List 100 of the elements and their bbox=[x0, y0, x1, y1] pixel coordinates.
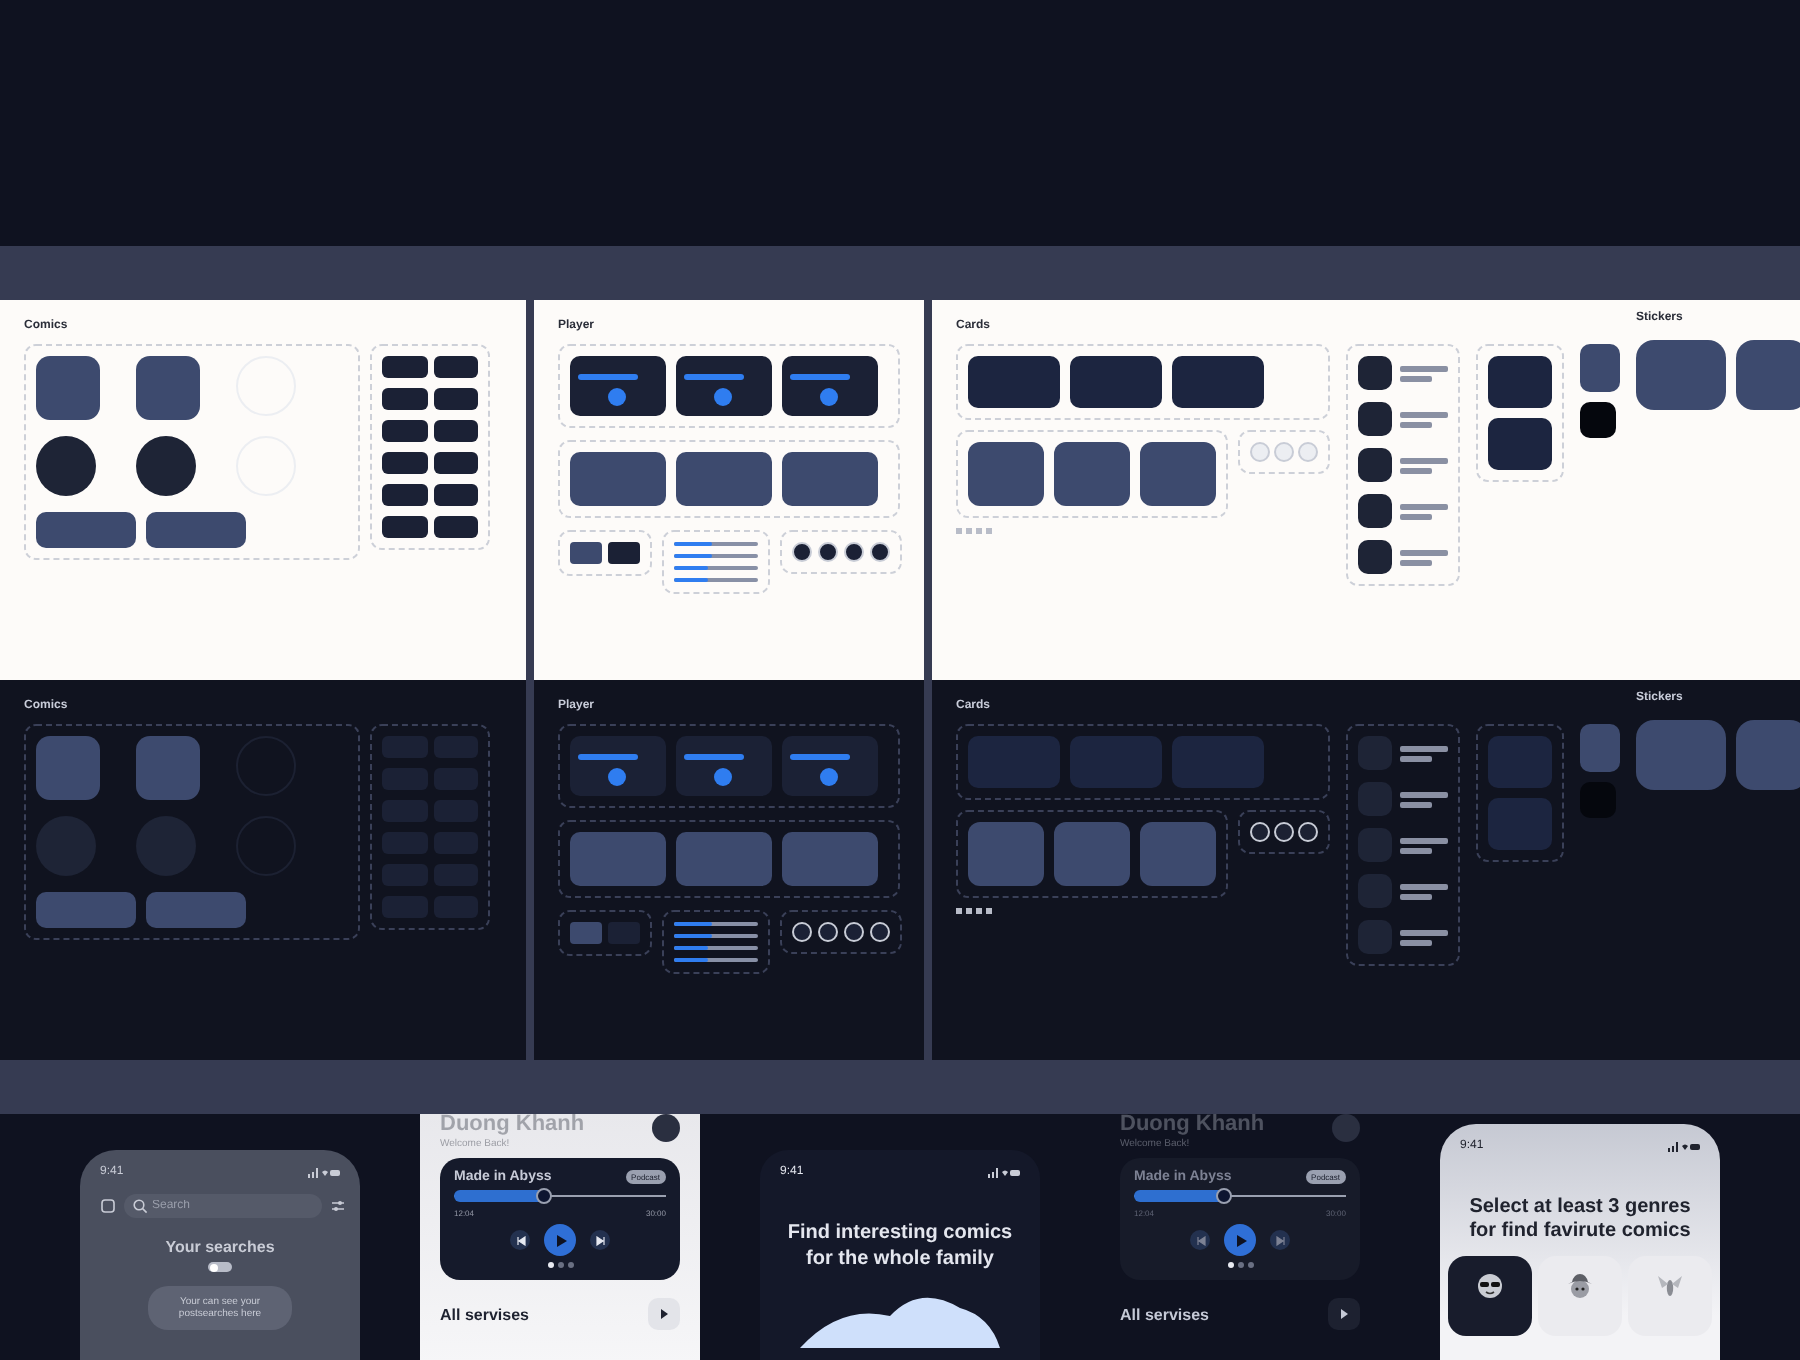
round-artwork bbox=[36, 436, 96, 496]
next-icon bbox=[595, 1235, 605, 1245]
artwork-placeholder bbox=[968, 822, 1044, 886]
mini-player-card bbox=[676, 736, 772, 796]
next-button[interactable] bbox=[590, 1230, 610, 1250]
mini-player-card bbox=[570, 736, 666, 796]
progress-track[interactable] bbox=[454, 1190, 666, 1202]
artwork-placeholder bbox=[36, 892, 136, 928]
artwork-placeholder bbox=[136, 736, 200, 800]
page-dot[interactable] bbox=[547, 1262, 553, 1268]
list-item[interactable] bbox=[1358, 736, 1448, 770]
previous-icon bbox=[515, 1235, 525, 1245]
media-card bbox=[1488, 798, 1552, 850]
user-name: Duong Khanh bbox=[440, 1114, 585, 1136]
user-name: Duong Khanh bbox=[1120, 1114, 1265, 1136]
sticker-placeholder bbox=[1580, 402, 1616, 438]
artwork-placeholder bbox=[1140, 442, 1216, 506]
slider-handle[interactable] bbox=[1215, 1188, 1232, 1204]
headline: Find interesting comics for the whole family bbox=[785, 1222, 1015, 1272]
status-icons bbox=[308, 1167, 340, 1177]
previous-icon bbox=[1195, 1235, 1205, 1245]
list-item[interactable] bbox=[1358, 828, 1448, 862]
slider-handle[interactable] bbox=[535, 1188, 552, 1204]
page-dot[interactable] bbox=[557, 1262, 563, 1268]
media-card bbox=[1488, 736, 1552, 788]
list-item[interactable] bbox=[1358, 448, 1448, 482]
video-thumbnail bbox=[570, 922, 602, 944]
next-icon bbox=[1275, 1235, 1285, 1245]
list-item[interactable] bbox=[1358, 920, 1448, 954]
play-icon bbox=[658, 1308, 670, 1320]
toggle-switch[interactable] bbox=[208, 1262, 232, 1272]
arrow-button[interactable] bbox=[648, 1298, 680, 1330]
video-placeholder bbox=[676, 452, 772, 506]
video-thumbnail bbox=[608, 542, 640, 564]
list-item[interactable] bbox=[1358, 782, 1448, 816]
genre-tile[interactable] bbox=[1448, 1256, 1532, 1336]
artwork-placeholder bbox=[36, 736, 100, 800]
mini-player-card bbox=[782, 356, 878, 416]
chat-bubble bbox=[433, 420, 478, 442]
video-placeholder bbox=[782, 452, 878, 506]
mini-player-card bbox=[782, 736, 878, 796]
media-card bbox=[968, 736, 1060, 788]
fly-icon bbox=[1656, 1272, 1684, 1300]
list-item[interactable] bbox=[1358, 540, 1448, 574]
page-dot[interactable] bbox=[567, 1262, 573, 1268]
chat-bubble bbox=[433, 388, 478, 410]
sticker-placeholder bbox=[1736, 720, 1800, 790]
video-placeholder bbox=[782, 832, 878, 886]
chat-bubble bbox=[382, 516, 427, 538]
chat-bubble bbox=[382, 420, 427, 442]
sunglasses-face-icon bbox=[1476, 1272, 1504, 1300]
chat-bubble bbox=[382, 484, 427, 506]
section-heading: All servises bbox=[440, 1305, 529, 1323]
chat-bubble bbox=[382, 356, 427, 378]
media-card bbox=[1070, 356, 1162, 408]
sticker-placeholder bbox=[1580, 724, 1620, 772]
video-thumbnail bbox=[570, 542, 602, 564]
chat-bubble bbox=[382, 452, 427, 474]
list-item[interactable] bbox=[1358, 874, 1448, 908]
media-card bbox=[968, 356, 1060, 408]
artwork-placeholder bbox=[36, 356, 100, 420]
avatar[interactable] bbox=[652, 1114, 680, 1142]
page-dot[interactable] bbox=[1227, 1262, 1233, 1268]
genre-tile[interactable] bbox=[1628, 1256, 1712, 1336]
arrow-button[interactable] bbox=[1328, 1298, 1360, 1330]
sticker-placeholder bbox=[1636, 340, 1726, 410]
page-dot[interactable] bbox=[1247, 1262, 1253, 1268]
status-icons bbox=[1668, 1141, 1700, 1151]
heading: Your searches bbox=[165, 1238, 275, 1256]
chat-bubble bbox=[433, 356, 478, 378]
mini-player-card bbox=[570, 356, 666, 416]
chat-bubble bbox=[382, 388, 427, 410]
sticker-placeholder bbox=[1736, 340, 1800, 410]
previous-button[interactable] bbox=[510, 1230, 530, 1250]
chat-bubble bbox=[433, 484, 478, 506]
section-heading: All servises bbox=[1120, 1305, 1209, 1323]
artwork-placeholder bbox=[1054, 822, 1130, 886]
list-item[interactable] bbox=[1358, 494, 1448, 528]
media-card bbox=[1070, 736, 1162, 788]
play-icon bbox=[1233, 1233, 1247, 1247]
list-item[interactable] bbox=[1358, 402, 1448, 436]
filter-icon[interactable] bbox=[330, 1198, 346, 1214]
page-dot[interactable] bbox=[1237, 1262, 1243, 1268]
play-icon bbox=[1338, 1308, 1350, 1320]
play-icon bbox=[553, 1233, 567, 1247]
genre-tile[interactable] bbox=[1538, 1256, 1622, 1336]
sticker-placeholder bbox=[1636, 720, 1726, 790]
artwork-placeholder bbox=[136, 356, 200, 420]
chat-bubble bbox=[433, 452, 478, 474]
artwork-placeholder bbox=[36, 512, 136, 548]
play-button[interactable] bbox=[544, 1224, 576, 1256]
artwork-placeholder bbox=[146, 512, 246, 548]
progress-track[interactable] bbox=[1134, 1190, 1346, 1202]
video-placeholder bbox=[570, 452, 666, 506]
play-button[interactable] bbox=[1224, 1224, 1256, 1256]
video-placeholder bbox=[570, 832, 666, 886]
media-card bbox=[1488, 356, 1552, 408]
list-item[interactable] bbox=[1358, 356, 1448, 390]
video-placeholder bbox=[676, 832, 772, 886]
square-icon[interactable] bbox=[100, 1198, 116, 1214]
